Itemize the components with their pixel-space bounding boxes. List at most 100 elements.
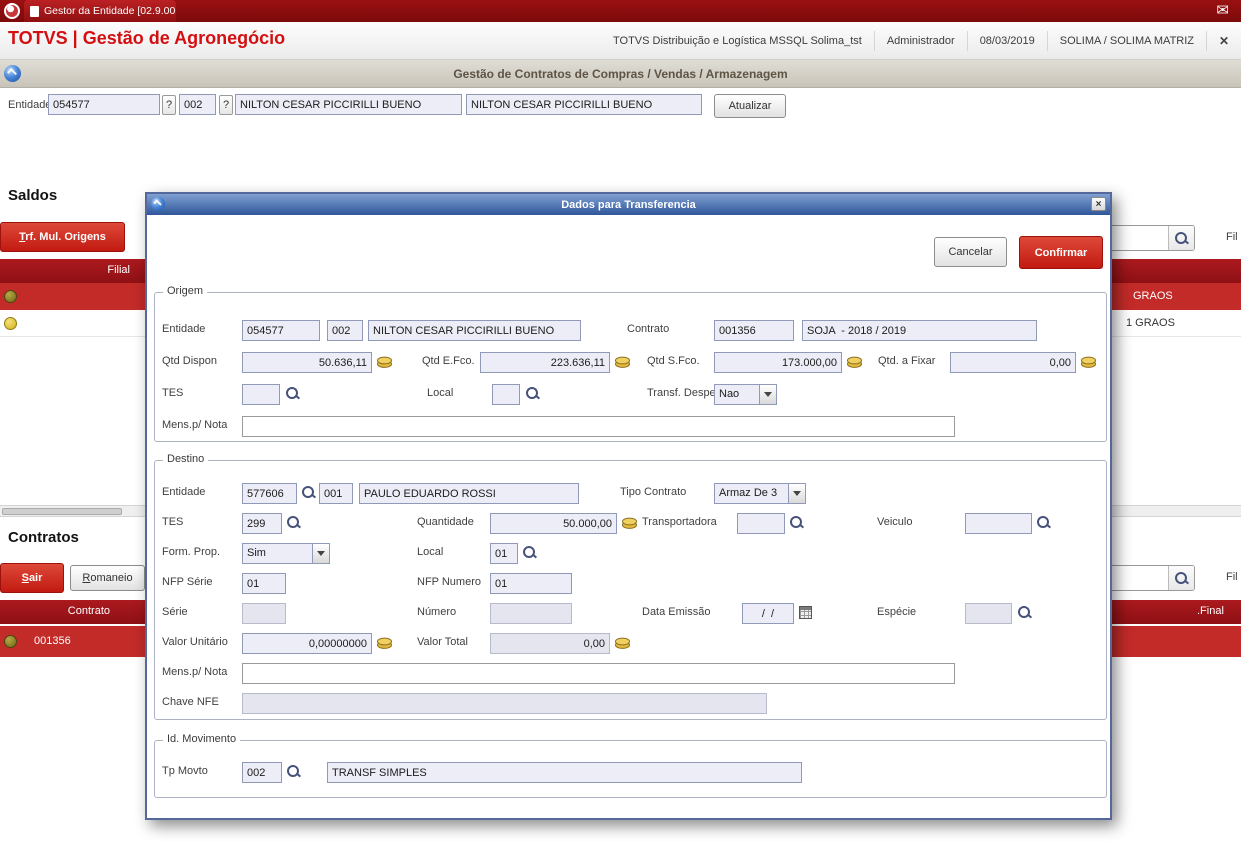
saldos-search-button[interactable]	[1168, 226, 1194, 250]
contrato-number: 001356	[34, 635, 71, 647]
column-filial[interactable]: Filial	[75, 264, 130, 276]
origem-local-input[interactable]	[492, 384, 520, 405]
qtd-efco-label: Qtd E.Fco.	[422, 355, 475, 367]
date-label: 08/03/2019	[966, 30, 1047, 51]
entity-store-input[interactable]	[179, 94, 216, 115]
chave-nfe-input	[242, 693, 767, 714]
lookup-icon[interactable]	[1018, 606, 1031, 619]
function-title: Gestão de Contratos de Compras / Vendas …	[453, 66, 788, 81]
lookup-icon[interactable]	[302, 486, 315, 499]
destino-entidade-loja-input[interactable]	[319, 483, 353, 504]
nfp-numero-input[interactable]	[490, 573, 572, 594]
valor-unitario-input[interactable]	[242, 633, 372, 654]
origem-tes-input[interactable]	[242, 384, 280, 405]
lookup-icon[interactable]	[523, 546, 536, 559]
totvs-logo-icon	[4, 3, 20, 19]
lookup-icon[interactable]	[286, 387, 299, 400]
chevron-down-icon[interactable]	[759, 385, 776, 404]
mail-icon[interactable]: ✉	[1216, 1, 1229, 19]
store-help-button[interactable]: ?	[219, 95, 233, 115]
chevron-down-icon[interactable]	[312, 544, 329, 563]
transf-despesa-select[interactable]: Nao	[714, 384, 777, 405]
especie-label: Espécie	[877, 606, 917, 618]
task-tab[interactable]: Gestor da Entidade [02.9.0067] ×	[24, 0, 176, 22]
lookup-icon[interactable]	[287, 516, 300, 529]
qtd-fixar-input[interactable]	[950, 352, 1076, 373]
tp-movto-input[interactable]	[242, 762, 282, 783]
origem-entidade-label: Entidade	[162, 323, 206, 335]
cancel-button[interactable]: Cancelar	[934, 237, 1007, 267]
saldos-title: Saldos	[8, 187, 58, 204]
data-emissao-label: Data Emissão	[642, 606, 711, 618]
quantidade-input[interactable]	[490, 513, 617, 534]
column-final-cut[interactable]: .Final	[1197, 605, 1224, 617]
origem-legend: Origem	[163, 285, 208, 297]
lookup-icon[interactable]	[287, 765, 300, 778]
money-icon	[1081, 356, 1096, 368]
origem-mens-input[interactable]	[242, 416, 955, 437]
destino-local-input[interactable]	[490, 543, 518, 564]
money-icon	[377, 637, 392, 649]
movimento-legend: Id. Movimento	[163, 733, 241, 745]
task-tab-title: Gestor da Entidade [02.9.0067]	[44, 5, 176, 17]
origem-tes-label: TES	[162, 387, 184, 399]
appbar: TOTVS | Gestão de Agronegócio TOTVS Dist…	[0, 22, 1241, 60]
origem-contrato-code-input[interactable]	[714, 320, 794, 341]
romaneio-button[interactable]: Romaneio	[70, 565, 145, 591]
search-icon	[1175, 231, 1188, 245]
tp-movto-desc-field	[327, 762, 802, 783]
destino-entidade-label: Entidade	[162, 486, 206, 498]
qtd-dispon-label: Qtd Dispon	[162, 355, 218, 367]
destino-tes-input[interactable]	[242, 513, 282, 534]
status-led-icon	[4, 290, 17, 303]
exit-button[interactable]: Sair	[0, 563, 64, 593]
entity-code-input[interactable]	[48, 94, 160, 115]
refresh-button[interactable]: Atualizar	[714, 94, 786, 118]
contratos-title: Contratos	[8, 529, 79, 546]
status-led-icon	[4, 635, 17, 648]
chevron-down-icon[interactable]	[788, 484, 805, 503]
transportadora-input[interactable]	[737, 513, 785, 534]
lookup-icon[interactable]	[1037, 516, 1050, 529]
calendar-icon[interactable]	[799, 606, 812, 619]
destino-local-label: Local	[417, 546, 444, 558]
lookup-icon[interactable]	[526, 387, 539, 400]
entity-help-button[interactable]: ?	[162, 95, 176, 115]
valor-total-label: Valor Total	[417, 636, 468, 648]
valor-total-input	[490, 633, 610, 654]
nfp-serie-input[interactable]	[242, 573, 286, 594]
qtd-dispon-input[interactable]	[242, 352, 372, 373]
money-icon	[377, 356, 392, 368]
data-emissao-input[interactable]	[742, 603, 794, 624]
transfer-dialog: Dados para Transferencia × Cancelar Conf…	[145, 192, 1112, 820]
quantidade-label: Quantidade	[417, 516, 474, 528]
saldos-row-text: GRAOS	[1133, 290, 1173, 302]
company-label: SOLIMA / SOLIMA MATRIZ	[1046, 30, 1206, 51]
close-icon[interactable]: ✕	[1206, 30, 1241, 51]
money-icon	[622, 517, 637, 529]
origem-local-label: Local	[427, 387, 454, 399]
contratos-filter-cut-label: Fil	[1226, 571, 1238, 583]
confirm-button[interactable]: Confirmar	[1019, 236, 1103, 269]
veiculo-input[interactable]	[965, 513, 1032, 534]
dialog-close-button[interactable]: ×	[1091, 197, 1106, 211]
qtd-efco-input[interactable]	[480, 352, 610, 373]
tp-movto-label: Tp Movto	[162, 765, 208, 777]
tipo-contrato-select[interactable]: Armaz De 3	[714, 483, 806, 504]
lookup-icon[interactable]	[790, 516, 803, 529]
contratos-search-button[interactable]	[1168, 566, 1194, 590]
scrollbar-thumb[interactable]	[2, 508, 122, 515]
qtd-sfco-input[interactable]	[714, 352, 842, 373]
origem-entidade-loja-input[interactable]	[327, 320, 363, 341]
column-contrato[interactable]: Contrato	[55, 605, 110, 617]
numero-input	[490, 603, 572, 624]
destino-entidade-code-input[interactable]	[242, 483, 297, 504]
dialog-title: Dados para Transferencia	[561, 198, 696, 211]
origem-entidade-code-input[interactable]	[242, 320, 320, 341]
window-icon	[30, 5, 39, 17]
entity-name-confirm-field	[466, 94, 702, 115]
origem-contrato-desc-field	[802, 320, 1037, 341]
form-prop-select[interactable]: Sim	[242, 543, 330, 564]
multi-origin-button[interactable]: Trf. Mul. Origens	[0, 222, 125, 252]
destino-mens-input[interactable]	[242, 663, 955, 684]
